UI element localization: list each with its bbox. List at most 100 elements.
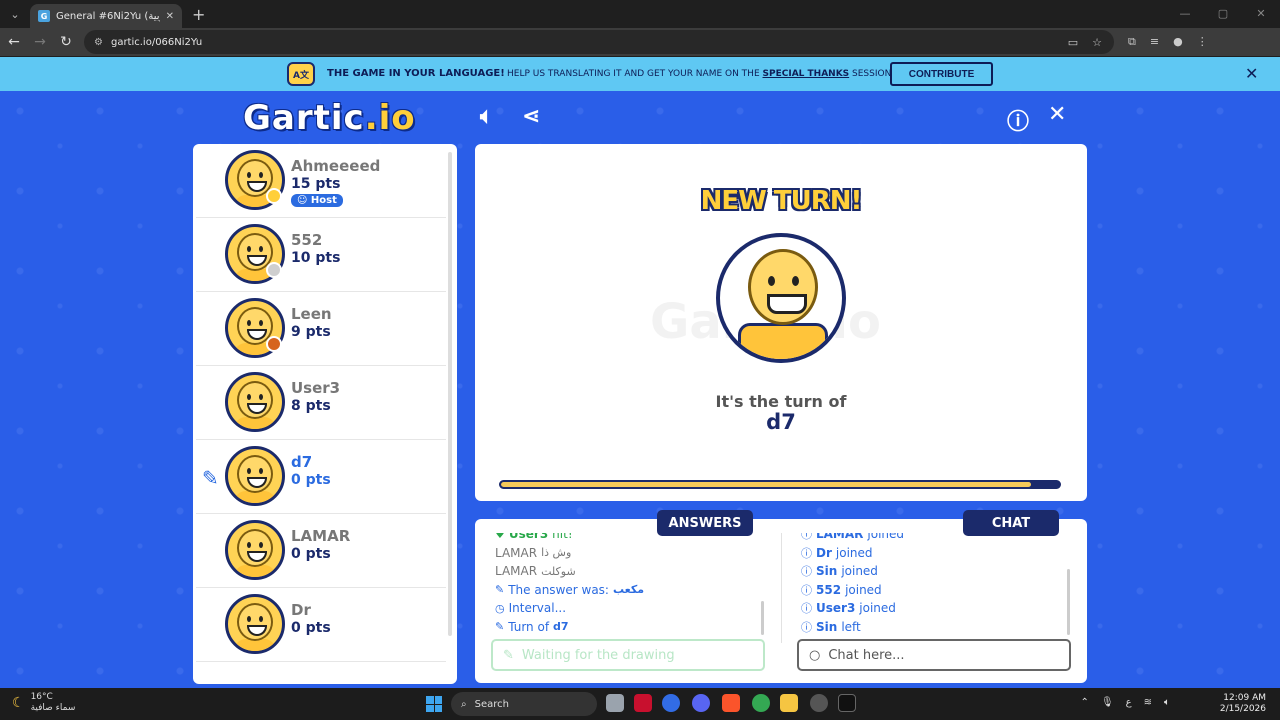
discord-app-icon[interactable] (692, 694, 710, 712)
tray-chevron-icon[interactable]: ⌃ (1081, 697, 1089, 708)
share-icon[interactable]: ⋖ (522, 104, 540, 129)
player-name: 552 (291, 231, 323, 249)
gartic-logo: Gartic.io (243, 98, 416, 138)
clock-icon: ◷ (495, 601, 505, 615)
chat-line: ⓘ Dr joined (801, 545, 873, 560)
minimize-icon[interactable]: — (1166, 0, 1204, 26)
chat-scrollbar[interactable] (1067, 569, 1070, 635)
turn-player-avatar (716, 233, 846, 363)
kubernetes-app-icon[interactable] (662, 694, 680, 712)
taskbar-search[interactable]: ⌕ Search (451, 692, 597, 716)
tab-search-icon[interactable]: ⌄ (2, 4, 28, 24)
answer-line: LAMAR شوكلت (495, 564, 576, 579)
translation-banner: A文 THE GAME IN YOUR LANGUAGE! HELP US TR… (0, 57, 1280, 91)
player-name: d7 (291, 453, 313, 471)
avatar (225, 372, 285, 432)
player-row[interactable]: ✎ d7 0 pts (196, 440, 446, 514)
host-badge: ☺ Host (291, 194, 343, 207)
chrome-app-icon[interactable] (752, 694, 770, 712)
close-window-icon[interactable]: ✕ (1242, 0, 1280, 26)
player-row[interactable]: LAMAR 0 pts (196, 514, 446, 588)
microphone-icon[interactable]: 🎙︎ (1101, 697, 1114, 708)
player-row[interactable]: Leen 9 pts (196, 292, 446, 366)
sound-icon[interactable]: 🔈︎ (480, 104, 493, 129)
site-info-icon[interactable]: ⚙ (94, 37, 103, 48)
browser-tab[interactable]: G General #6Ni2Yu (العربية) - Gartic ✕ (30, 4, 182, 28)
chat-input[interactable]: ○ Chat here... (797, 639, 1071, 671)
player-name: Ahmeeeed (291, 157, 381, 175)
terminal-app-icon[interactable] (838, 694, 856, 712)
player-row[interactable]: 552 10 pts (196, 218, 446, 292)
answers-scrollbar[interactable] (761, 601, 764, 635)
wifi-icon[interactable]: ≋ (1144, 697, 1152, 708)
new-tab-icon[interactable]: + (192, 5, 205, 24)
clock[interactable]: 12:09 AM 2/15/2026 (1220, 693, 1266, 715)
translate-icon: A文 (287, 62, 315, 86)
info-icon[interactable]: ⓘ (1007, 104, 1029, 136)
player-points: 8 pts (291, 398, 331, 414)
extensions-icon[interactable]: ⧉ (1128, 35, 1136, 49)
tab-close-icon[interactable]: ✕ (166, 11, 174, 22)
start-icon[interactable] (426, 696, 442, 712)
pencil-icon: ✎ (495, 583, 505, 597)
folder-app-icon[interactable] (780, 694, 798, 712)
volume-icon[interactable]: 🔈︎ (1164, 697, 1170, 708)
answer-line: LAMAR وش ذا (495, 545, 572, 560)
pencil-icon: ✎ (503, 647, 514, 663)
player-row[interactable]: User3 8 pts (196, 366, 446, 440)
bookmark-star-icon[interactable]: ☆ (1092, 36, 1102, 49)
answer-line: ♥ User3 hit! (495, 533, 765, 544)
weather-widget[interactable]: ☾ 16°C سماء صافية (12, 692, 75, 714)
player-row[interactable]: Dr 0 pts (196, 588, 446, 662)
chat-line: ⓘ Sin left (801, 619, 861, 634)
maximize-icon[interactable]: ▢ (1204, 0, 1242, 26)
reload-icon[interactable]: ↻ (54, 30, 78, 54)
turn-player-name: d7 (766, 410, 796, 434)
file-explorer-app-icon[interactable] (606, 694, 624, 712)
player-points: 0 pts (291, 620, 331, 636)
back-icon[interactable]: ← (2, 30, 26, 54)
answer-line: ✎ Turn of d7 (495, 619, 569, 634)
players-list: Ahmeeeed 15 pts ☺ Host 552 10 pts Leen 9 pts Us… (193, 144, 457, 684)
drawing-canvas[interactable]: Gartic.io NEW TURN! It's the turn of d7 (475, 144, 1087, 501)
red-app-icon[interactable] (634, 694, 652, 712)
forward-icon[interactable]: → (28, 30, 52, 54)
browser-tab-bar: ⌄ G General #6Ni2Yu (العربية) - Gartic ✕… (0, 0, 1280, 28)
url-input[interactable]: ⚙ gartic.io/066Ni2Yu ▭ ☆ (84, 30, 1114, 54)
brave-app-icon[interactable] (722, 694, 740, 712)
players-scrollbar[interactable] (448, 152, 452, 636)
media-icon[interactable]: ≡ (1150, 35, 1159, 49)
obs-app-icon[interactable] (810, 694, 828, 712)
menu-icon[interactable]: ⋮ (1197, 35, 1208, 49)
player-name: LAMAR (291, 527, 351, 545)
banner-title: THE GAME IN YOUR LANGUAGE! (327, 68, 505, 79)
tab-title: General #6Ni2Yu (العربية) - Gartic (56, 10, 160, 22)
player-status-dot (266, 336, 282, 352)
contribute-button[interactable]: CONTRIBUTE (890, 62, 993, 86)
chat-placeholder: Chat here... (828, 647, 905, 663)
exit-icon[interactable]: ✕ (1048, 102, 1066, 127)
chat-bubble-icon: ○ (809, 647, 821, 663)
heart-icon: ♥ (495, 533, 505, 541)
chat-line: ⓘ LAMAR joined (801, 533, 1061, 544)
profile-icon[interactable]: ● (1173, 35, 1183, 49)
new-turn-heading: NEW TURN! (700, 186, 863, 216)
info-icon: ⓘ (801, 546, 812, 560)
player-status-dot (266, 262, 282, 278)
player-row[interactable]: Ahmeeeed 15 pts ☺ Host (196, 144, 446, 218)
player-status-dot (266, 188, 282, 204)
chat-line: ⓘ User3 joined (801, 601, 896, 616)
turn-timer-bar (499, 480, 1061, 489)
avatar (225, 446, 285, 506)
answer-input[interactable]: ✎ Waiting for the drawing (491, 639, 765, 671)
avatar (225, 520, 285, 580)
keyboard-language[interactable]: ع (1126, 697, 1132, 708)
player-points: 15 pts (291, 176, 341, 192)
cast-icon[interactable]: ▭ (1068, 36, 1078, 49)
info-icon: ⓘ (801, 620, 812, 634)
answer-line: ◷ Interval... (495, 601, 567, 616)
chat-line: ⓘ Sin joined (801, 564, 878, 579)
address-bar: ← → ↻ ⚙ gartic.io/066Ni2Yu ▭ ☆ ⧉ ≡ ● ⋮ (0, 28, 1280, 56)
special-thanks-link[interactable]: SPECIAL THANKS (763, 69, 850, 79)
close-banner-icon[interactable]: ✕ (1245, 64, 1258, 83)
